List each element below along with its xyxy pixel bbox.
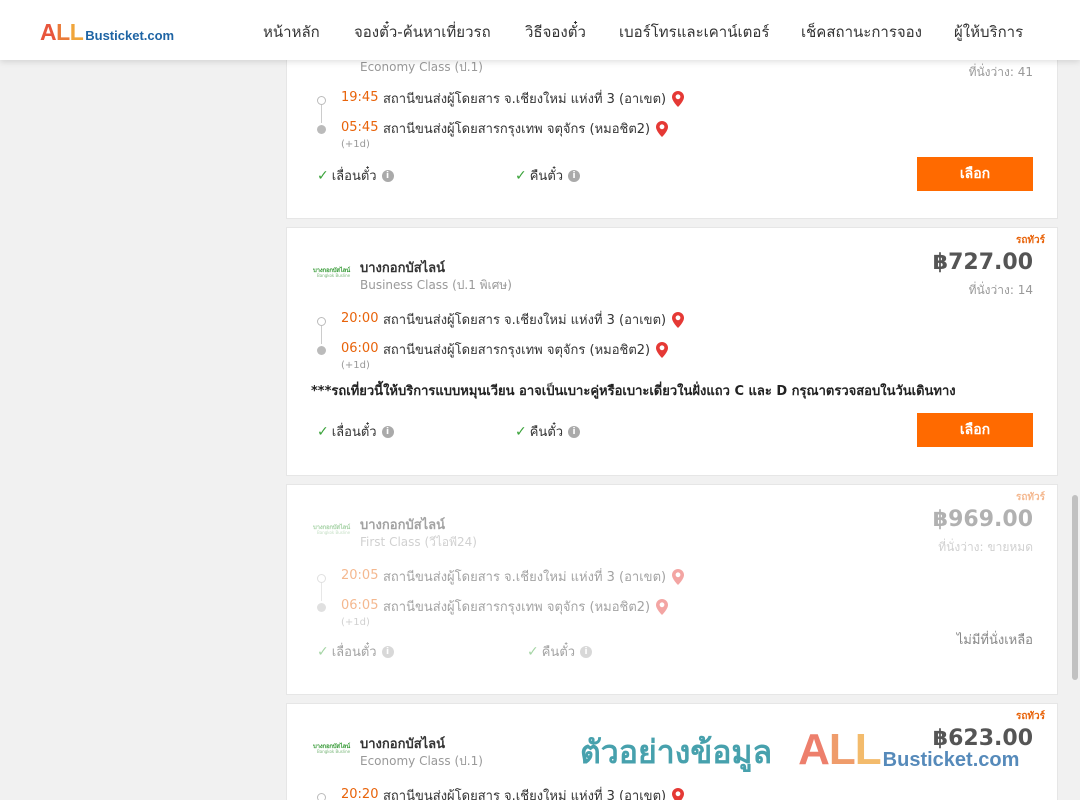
map-pin-icon[interactable] (656, 341, 669, 358)
seats-available: ที่นั่งว่าง: ขายหมด (938, 540, 1033, 554)
price: ฿969.00 (932, 507, 1033, 532)
nav-home[interactable]: หน้าหลัก (263, 20, 320, 44)
check-icon: ✓ (317, 643, 329, 660)
map-pin-icon[interactable] (672, 787, 685, 800)
select-button[interactable]: เลือก (917, 157, 1033, 191)
depart-dot (317, 96, 326, 105)
operator-name: บางกอกบัสไลน์ (360, 737, 446, 752)
arrive-dot (317, 346, 326, 355)
arrive-station: สถานีขนส่งผู้โดยสารกรุงเทพ จตุจักร (หมอช… (383, 339, 669, 360)
map-pin-icon (672, 568, 685, 585)
bus-type-tag: รถทัวร์ (1015, 711, 1045, 722)
depart-time: 20:05 (341, 568, 379, 583)
depart-station: สถานีขนส่งผู้โดยสาร จ.เชียงใหม่ แห่งที่ … (383, 88, 685, 109)
operator-name: บางกอกบัสไลน์ (360, 518, 446, 533)
page-scrollbar-thumb[interactable] (1072, 495, 1078, 680)
info-icon[interactable]: i (568, 169, 581, 182)
bus-class: Economy Class (ป.1) (360, 754, 483, 768)
bus-class: Business Class (ป.1 พิเศษ) (360, 278, 512, 292)
nav-contact-counter[interactable]: เบอร์โทรและเคาน์เตอร์ (619, 20, 769, 44)
depart-station: สถานีขนส่งผู้โดยสาร จ.เชียงใหม่ แห่งที่ … (383, 785, 685, 800)
operator-logo: บางกอกบัสไลน์ Bangkok Busline (313, 743, 351, 754)
operator-logo: บางกอกบัสไลน์ Bangkok Busline (313, 524, 351, 535)
operator-logo: บางกอกบัสไลน์ Bangkok Busline (313, 267, 351, 278)
page-scrollbar-track[interactable] (1070, 60, 1080, 800)
check-icon: ✓ (527, 643, 539, 660)
logo-domain-text: Busticket.com (85, 28, 175, 43)
next-day-label: (+1d) (341, 139, 370, 150)
depart-dot (317, 793, 326, 800)
map-pin-icon[interactable] (672, 90, 685, 107)
depart-dot (317, 574, 326, 583)
refund-feature: ✓ คืนตั๋ว i (515, 165, 581, 186)
map-pin-icon[interactable] (656, 120, 669, 137)
info-icon: i (580, 645, 593, 658)
depart-time: 20:20 (341, 787, 379, 800)
arrive-time: 06:00 (341, 341, 379, 356)
transfer-feature: ✓ เลื่อนตั๋ว i (317, 641, 394, 662)
check-icon: ✓ (317, 423, 329, 440)
refund-feature: ✓ คืนตั๋ว i (515, 421, 581, 442)
transfer-feature: ✓ เลื่อนตั๋ว i (317, 165, 394, 186)
arrive-dot (317, 125, 326, 134)
check-icon: ✓ (515, 167, 527, 184)
refund-feature: ✓ คืนตั๋ว i (527, 641, 593, 662)
info-icon[interactable]: i (568, 425, 581, 438)
select-button[interactable]: เลือก (917, 413, 1033, 447)
seats-available: ที่นั่งว่าง: 14 (968, 283, 1033, 297)
bus-class: Economy Class (ป.1) (360, 60, 483, 74)
depart-time: 20:00 (341, 311, 379, 326)
trip-note: ***รถเที่ยวนี้ให้บริการแบบหมุนเวียน อาจเ… (311, 384, 956, 399)
arrive-station: สถานีขนส่งผู้โดยสารกรุงเทพ จตุจักร (หมอช… (383, 118, 669, 139)
logo-all-text: ALL (40, 19, 84, 45)
arrive-time: 06:05 (341, 598, 379, 613)
sold-out-label: ไม่มีที่นั่งเหลือ (956, 633, 1033, 648)
trip-card: รถทัวร์ บางกอกบัสไลน์ Bangkok Busline บาง… (286, 227, 1058, 476)
price: ฿623.00 (932, 726, 1033, 751)
arrive-dot (317, 603, 326, 612)
map-pin-icon (656, 598, 669, 615)
check-icon: ✓ (317, 167, 329, 184)
site-logo[interactable]: ALL Busticket.com (40, 19, 175, 45)
bus-type-tag: รถทัวร์ (1015, 235, 1045, 246)
site-header: ALL Busticket.com หน้าหลัก จองตั๋ว-ค้นหา… (0, 0, 1080, 60)
trip-card-sold-out: รถทัวร์ บางกอกบัสไลน์ Bangkok Busline บาง… (286, 484, 1058, 695)
check-icon: ✓ (515, 423, 527, 440)
info-icon[interactable]: i (381, 425, 394, 438)
depart-station: สถานีขนส่งผู้โดยสาร จ.เชียงใหม่ แห่งที่ … (383, 309, 685, 330)
nav-how-to-book[interactable]: วิธีจองตั๋ว (525, 20, 586, 44)
nav-book-search[interactable]: จองตั๋ว-ค้นหาเที่ยวรถ (354, 20, 491, 44)
trip-card: รถทัวร์ บางกอกบัสไลน์ Bangkok Busline บาง… (286, 703, 1058, 800)
bus-class: First Class (วีไอพี24) (360, 535, 477, 549)
next-day-label: (+1d) (341, 617, 370, 628)
price: ฿727.00 (932, 250, 1033, 275)
bus-type-tag: รถทัวร์ (1015, 492, 1045, 503)
arrive-time: 05:45 (341, 120, 379, 135)
arrive-station: สถานีขนส่งผู้โดยสารกรุงเทพ จตุจักร (หมอช… (383, 596, 669, 617)
seats-available: ที่นั่งว่าง: 41 (968, 65, 1033, 79)
operator-name: บางกอกบัสไลน์ (360, 261, 446, 276)
map-pin-icon[interactable] (672, 311, 685, 328)
nav-check-booking[interactable]: เช็คสถานะการจอง (801, 20, 922, 44)
depart-dot (317, 317, 326, 326)
info-icon[interactable]: i (381, 169, 394, 182)
next-day-label: (+1d) (341, 360, 370, 371)
info-icon: i (381, 645, 394, 658)
transfer-feature: ✓ เลื่อนตั๋ว i (317, 421, 394, 442)
depart-time: 19:45 (341, 90, 379, 105)
nav-operators[interactable]: ผู้ให้บริการ (954, 20, 1023, 44)
depart-station: สถานีขนส่งผู้โดยสาร จ.เชียงใหม่ แห่งที่ … (383, 566, 685, 587)
